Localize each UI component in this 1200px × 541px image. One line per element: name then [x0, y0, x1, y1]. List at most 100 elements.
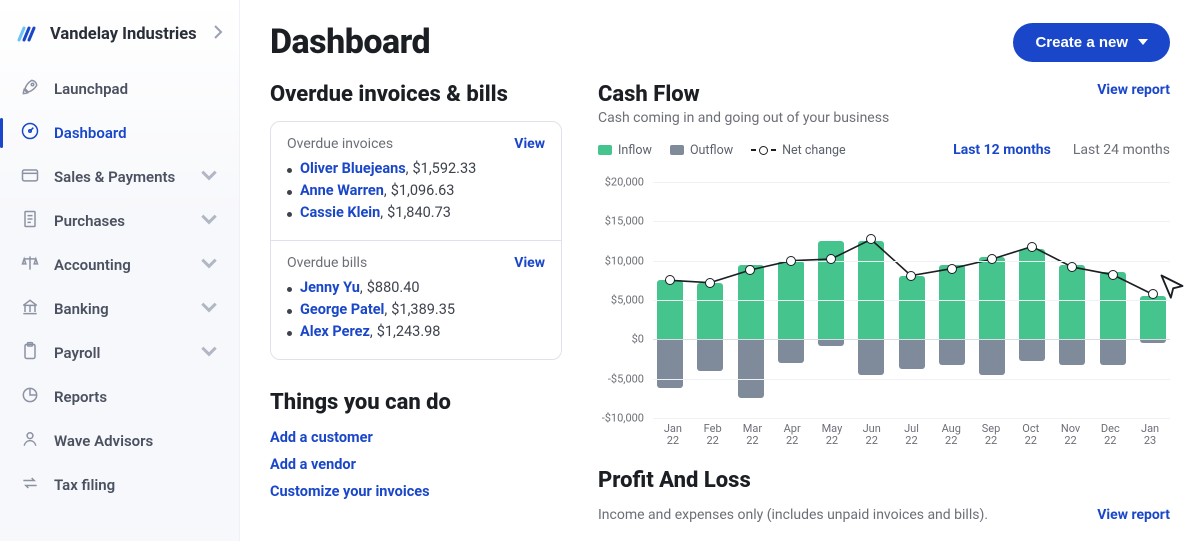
action-add-a-vendor[interactable]: Add a vendor	[270, 456, 562, 473]
net-point	[826, 254, 836, 264]
company-switcher[interactable]: Vandelay Industries	[10, 18, 229, 50]
card-icon	[20, 165, 40, 189]
gauge-icon	[20, 121, 40, 145]
overdue-heading: Overdue invoices & bills	[270, 82, 562, 107]
cashflow-chart: $20,000$15,000$10,000$5,000$0-$5,000-$10…	[598, 182, 1170, 442]
sidebar-item-label: Purchases	[54, 212, 125, 230]
overdue-card: Overdue invoices View Oliver Bluejeans,$…	[270, 121, 562, 360]
things-heading: Things you can do	[270, 390, 562, 415]
chevron-down-icon	[199, 165, 219, 189]
cashflow-subtitle: Cash coming in and going out of your bus…	[598, 110, 1097, 126]
pl-view-report[interactable]: View report	[1097, 507, 1170, 523]
cashflow-view-report[interactable]: View report	[1097, 82, 1170, 98]
entry-amount: $1,389.35	[391, 301, 455, 318]
entry-amount: $1,096.63	[391, 182, 455, 199]
x-tick: Jul22	[892, 423, 932, 448]
overdue-invoice-entry: Anne Warren,$1,096.63	[287, 182, 545, 199]
sidebar-item-label: Wave Advisors	[54, 432, 153, 450]
x-tick: Apr22	[772, 423, 812, 448]
chevron-down-icon	[199, 297, 219, 321]
swap-icon	[20, 473, 40, 497]
main: Dashboard Create a new Overdue invoices …	[240, 0, 1200, 541]
entry-name[interactable]: Jenny Yu	[300, 279, 360, 296]
net-point	[1067, 262, 1077, 272]
range-24-months[interactable]: Last 24 months	[1073, 142, 1170, 158]
overdue-bills-title: Overdue bills	[287, 255, 367, 271]
entry-name[interactable]: Alex Perez	[300, 323, 370, 340]
pl-subtitle: Income and expenses only (includes unpai…	[598, 507, 1097, 523]
sidebar-item-label: Accounting	[54, 256, 131, 274]
sidebar-item-banking[interactable]: Banking	[10, 288, 229, 330]
sidebar-item-purchases[interactable]: Purchases	[10, 200, 229, 242]
chart-legend: Inflow Outflow Net change	[598, 143, 846, 158]
view-overdue-invoices[interactable]: View	[514, 136, 545, 152]
pie-icon	[20, 385, 40, 409]
sidebar-item-wave-advisors[interactable]: Wave Advisors	[10, 420, 229, 462]
entry-amount: $1,592.33	[413, 160, 477, 177]
net-point	[1027, 242, 1037, 252]
sidebar-item-label: Tax filing	[54, 476, 115, 494]
y-tick: $15,000	[605, 215, 644, 228]
net-point	[705, 278, 715, 288]
sidebar-item-label: Banking	[54, 300, 109, 318]
y-tick: $20,000	[605, 176, 644, 189]
sidebar-item-payroll[interactable]: Payroll	[10, 332, 229, 374]
x-tick: Sep22	[971, 423, 1011, 448]
bank-icon	[20, 297, 40, 321]
chevron-down-icon	[199, 209, 219, 233]
x-tick: May22	[812, 423, 852, 448]
y-tick: $10,000	[605, 254, 644, 267]
sidebar-item-launchpad[interactable]: Launchpad	[10, 68, 229, 110]
sidebar-item-label: Payroll	[54, 344, 100, 362]
sidebar-item-accounting[interactable]: Accounting	[10, 244, 229, 286]
chevron-down-icon	[1138, 39, 1148, 45]
y-tick: $5,000	[611, 294, 644, 307]
range-12-months[interactable]: Last 12 months	[953, 142, 1051, 158]
entry-name[interactable]: Cassie Klein	[300, 204, 380, 221]
chevron-right-icon	[213, 25, 223, 44]
action-add-a-customer[interactable]: Add a customer	[270, 429, 562, 446]
sidebar-item-label: Reports	[54, 388, 107, 406]
entry-amount: $1,840.73	[387, 204, 451, 221]
scale-icon	[20, 253, 40, 277]
y-tick: -$5,000	[608, 372, 644, 385]
net-point	[987, 254, 997, 264]
sidebar-item-label: Sales & Payments	[54, 168, 175, 186]
entry-amount: $1,243.98	[377, 323, 441, 340]
x-tick: Dec22	[1090, 423, 1130, 448]
overdue-invoice-entry: Oliver Bluejeans,$1,592.33	[287, 160, 545, 177]
net-point	[906, 271, 916, 281]
action-customize-your-invoices[interactable]: Customize your invoices	[270, 483, 562, 500]
cashflow-title: Cash Flow	[598, 82, 1097, 107]
entry-amount: $880.40	[367, 279, 420, 296]
sidebar-item-dashboard[interactable]: Dashboard	[10, 112, 229, 154]
net-point	[745, 265, 755, 275]
x-tick: Nov22	[1051, 423, 1091, 448]
net-point	[665, 275, 675, 285]
receipt-icon	[20, 209, 40, 233]
sidebar-item-sales-payments[interactable]: Sales & Payments	[10, 156, 229, 198]
net-point	[1108, 270, 1118, 280]
net-point	[947, 264, 957, 274]
overdue-bill-entry: George Patel,$1,389.35	[287, 301, 545, 318]
net-point	[866, 234, 876, 244]
sidebar: Vandelay Industries Launchpad Dashboard Sa…	[0, 0, 240, 541]
create-new-button[interactable]: Create a new	[1013, 23, 1170, 62]
x-tick: Jan22	[653, 423, 693, 448]
overdue-bill-entry: Jenny Yu,$880.40	[287, 279, 545, 296]
overdue-invoice-entry: Cassie Klein,$1,840.73	[287, 204, 545, 221]
entry-name[interactable]: Oliver Bluejeans	[300, 160, 406, 177]
company-name: Vandelay Industries	[50, 25, 197, 44]
x-tick: Oct22	[1011, 423, 1051, 448]
sidebar-item-reports[interactable]: Reports	[10, 376, 229, 418]
entry-name[interactable]: Anne Warren	[300, 182, 384, 199]
sidebar-item-label: Launchpad	[54, 80, 128, 98]
x-tick: Mar22	[733, 423, 773, 448]
chevron-down-icon	[199, 253, 219, 277]
y-tick: -$10,000	[602, 412, 644, 425]
view-overdue-bills[interactable]: View	[514, 255, 545, 271]
x-tick: Jan23	[1130, 423, 1170, 448]
entry-name[interactable]: George Patel	[300, 301, 384, 318]
sidebar-item-tax-filing[interactable]: Tax filing	[10, 464, 229, 506]
chevron-down-icon	[199, 341, 219, 365]
